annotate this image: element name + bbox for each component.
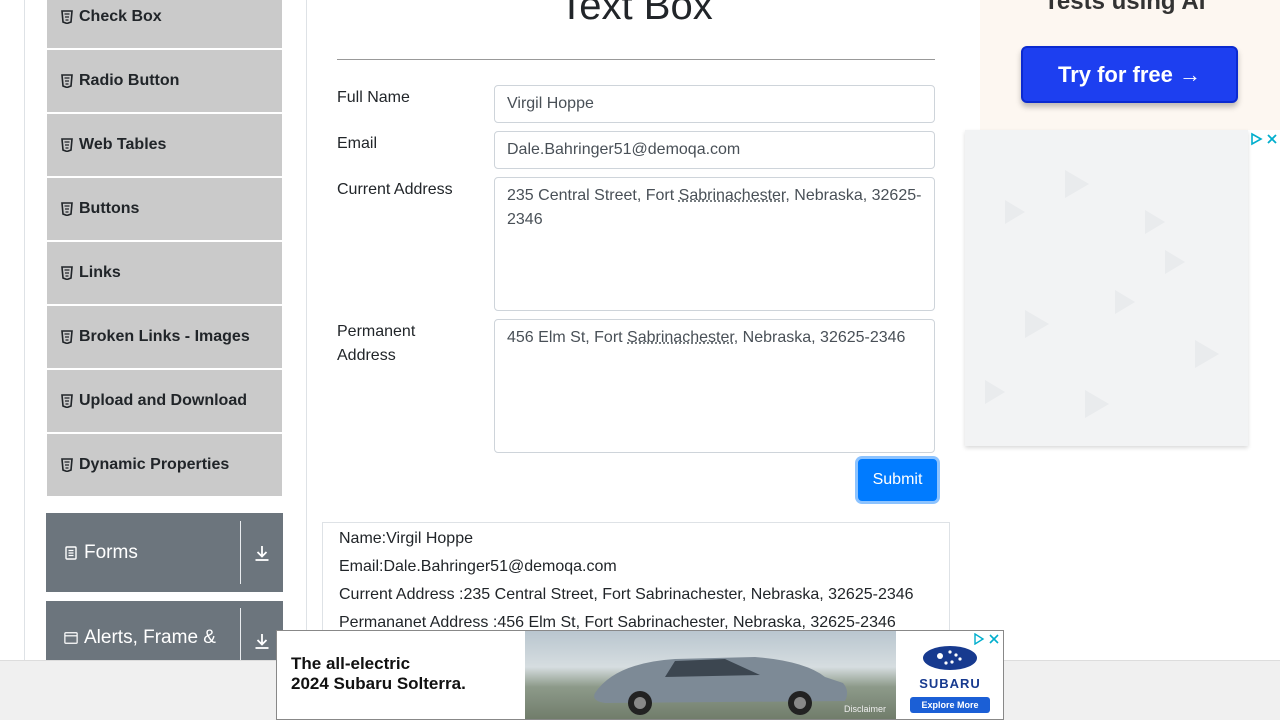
current-address-label: Current Address bbox=[337, 181, 453, 198]
window-icon bbox=[64, 632, 78, 644]
address-text: 235 Central Street, Fort bbox=[507, 187, 679, 204]
label-line: Address bbox=[337, 347, 396, 364]
sidebar-item-dynamic-properties[interactable]: Dynamic Properties bbox=[47, 434, 282, 496]
email-input[interactable] bbox=[494, 131, 935, 169]
banner-line: The all-electric bbox=[291, 654, 411, 673]
html5-icon bbox=[61, 330, 73, 344]
try-for-free-button[interactable]: Try for free → bbox=[1021, 46, 1238, 103]
sidebar-item-label: Buttons bbox=[79, 200, 140, 217]
output-current-address: Current Address :235 Central Street, For… bbox=[339, 586, 914, 603]
ad-top[interactable]: Tests using AI Try for free → bbox=[980, 0, 1280, 130]
sidebar-item-label: Check Box bbox=[79, 8, 162, 25]
close-icon[interactable] bbox=[1265, 132, 1279, 146]
html5-icon bbox=[61, 74, 73, 88]
output-name: Name:Virgil Hoppe bbox=[339, 530, 473, 547]
sidebar-item-label: Upload and Download bbox=[79, 392, 247, 409]
brand-name: SUBARU bbox=[919, 676, 981, 691]
download-icon[interactable] bbox=[241, 513, 283, 592]
permanent-address-label: Permanent Address bbox=[337, 320, 415, 368]
banner-line: 2024 Subaru Solterra. bbox=[291, 674, 466, 693]
sidebar-item-check-box[interactable]: Check Box bbox=[47, 0, 282, 48]
explore-more-button[interactable]: Explore More bbox=[910, 697, 990, 713]
html5-icon bbox=[61, 10, 73, 24]
sidebar-item-web-tables[interactable]: Web Tables bbox=[47, 114, 282, 176]
ad-placeholder[interactable] bbox=[965, 130, 1248, 446]
sidebar-item-links[interactable]: Links bbox=[47, 242, 282, 304]
html5-icon bbox=[61, 394, 73, 408]
banner-headline: The all-electric 2024 Subaru Solterra. bbox=[291, 654, 466, 694]
title-divider bbox=[337, 59, 935, 60]
sidebar-item-label: Web Tables bbox=[79, 136, 167, 153]
address-text: 456 Elm St, Fort bbox=[507, 329, 628, 346]
permanent-address-textarea[interactable]: 456 Elm St, Fort Sabrinachester, Nebrask… bbox=[494, 319, 935, 453]
html5-icon bbox=[61, 202, 73, 216]
sidebar-group-forms[interactable]: Forms bbox=[46, 513, 283, 592]
submit-button[interactable]: Submit bbox=[858, 459, 937, 501]
sidebar-item-label: Links bbox=[79, 264, 121, 281]
page-title: Text Box bbox=[559, 0, 713, 28]
sidebar-left-border bbox=[24, 0, 25, 660]
email-label: Email bbox=[337, 135, 378, 152]
bottom-banner-ad[interactable]: The all-electric 2024 Subaru Solterra. D… bbox=[276, 630, 1004, 720]
full-name-input[interactable] bbox=[494, 85, 935, 123]
disclaimer-link[interactable]: Disclaimer bbox=[844, 704, 886, 714]
adchoices-icon[interactable] bbox=[1249, 132, 1263, 146]
group-label: Alerts, Frame & bbox=[84, 627, 216, 648]
ad-headline: Tests using AI bbox=[1044, 0, 1206, 15]
label-line: Permanent bbox=[337, 323, 416, 340]
sidebar-item-label: Radio Button bbox=[79, 72, 180, 89]
sidebar-item-radio-button[interactable]: Radio Button bbox=[47, 50, 282, 112]
html5-icon bbox=[61, 138, 73, 152]
spellcheck-word: Sabrinachester bbox=[678, 187, 786, 204]
group-label: Forms bbox=[84, 541, 138, 563]
html5-icon bbox=[61, 266, 73, 280]
document-icon bbox=[65, 545, 77, 560]
sidebar-item-buttons[interactable]: Buttons bbox=[47, 178, 282, 240]
sidebar-item-broken-links-images[interactable]: Broken Links - Images bbox=[47, 306, 282, 368]
full-name-label: Full Name bbox=[337, 89, 410, 106]
address-text: , Nebraska, 32625-2346 bbox=[733, 329, 906, 346]
ad-controls-icon[interactable] bbox=[973, 633, 1001, 645]
page: Check Box Radio Button Web Tables Button… bbox=[0, 0, 1280, 720]
sidebar-item-label: Broken Links - Images bbox=[79, 328, 250, 345]
html5-icon bbox=[61, 458, 73, 472]
group-header: Forms bbox=[46, 521, 241, 584]
output-email: Email:Dale.Bahringer51@demoqa.com bbox=[339, 558, 617, 575]
sidebar-right-border bbox=[306, 0, 307, 660]
spellcheck-word: Sabrinachester bbox=[627, 329, 734, 346]
sidebar-item-label: Dynamic Properties bbox=[79, 456, 230, 473]
current-address-textarea[interactable]: 235 Central Street, Fort Sabrinachester,… bbox=[494, 177, 935, 311]
sidebar-item-upload-and-download[interactable]: Upload and Download bbox=[47, 370, 282, 432]
car-image bbox=[525, 631, 896, 719]
